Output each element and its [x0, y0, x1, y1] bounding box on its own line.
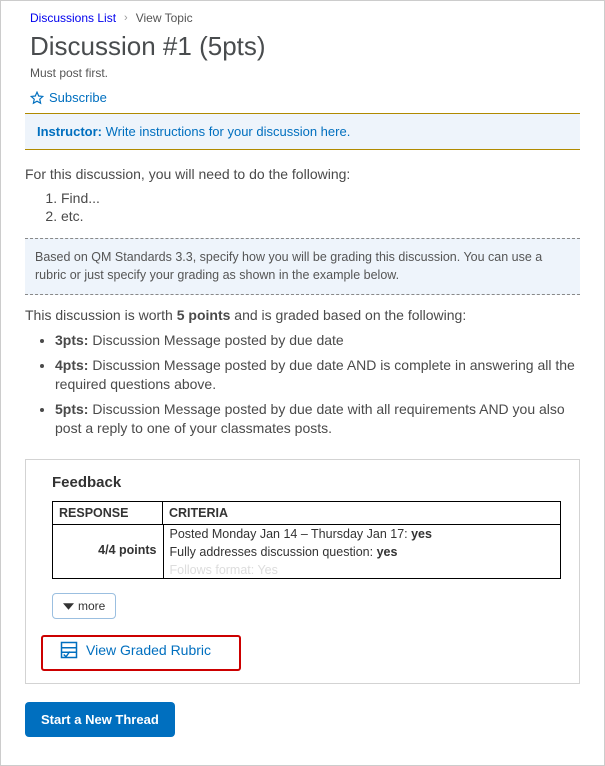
- level-text: Discussion Message posted by due date AN…: [55, 357, 575, 392]
- level-points: 4pts:: [55, 357, 88, 373]
- chevron-right-icon: ›: [124, 12, 128, 24]
- criteria-text: Posted Monday Jan 14 – Thursday Jan 17:: [170, 527, 412, 541]
- criteria-text: Fully addresses discussion question:: [170, 545, 377, 559]
- feedback-col-criteria: CRITERIA: [163, 502, 561, 525]
- rubric-icon: [60, 641, 78, 659]
- grading-level: 5pts: Discussion Message posted by due d…: [55, 400, 580, 438]
- grading-level: 4pts: Discussion Message posted by due d…: [55, 356, 580, 394]
- grading-prefix: This discussion is worth: [25, 307, 177, 323]
- step-item: etc.: [61, 208, 580, 224]
- view-graded-rubric-link[interactable]: View Graded Rubric: [52, 635, 219, 665]
- feedback-scroll-area: 4/4 points Posted Monday Jan 14 – Thursd…: [52, 525, 561, 579]
- chevron-down-icon: [63, 601, 74, 612]
- star-icon: [30, 91, 44, 105]
- feedback-score: 4/4 points: [98, 543, 156, 557]
- feedback-table-body: 4/4 points Posted Monday Jan 14 – Thursd…: [53, 525, 560, 579]
- criteria-value: yes: [377, 545, 398, 559]
- feedback-table-header: RESPONSE CRITERIA: [52, 501, 561, 525]
- level-points: 3pts:: [55, 332, 88, 348]
- instructor-text: Write instructions for your discussion h…: [106, 124, 351, 139]
- level-points: 5pts:: [55, 401, 88, 417]
- start-new-thread-button[interactable]: Start a New Thread: [25, 702, 175, 737]
- feedback-col-response: RESPONSE: [53, 502, 163, 525]
- page-title-text: Discussion #1 (5pts): [30, 31, 266, 62]
- instructor-label: Instructor:: [37, 124, 102, 139]
- feedback-heading: Feedback: [52, 474, 561, 491]
- criteria-row: Follows format: Yes: [163, 561, 560, 579]
- instructor-note: Instructor: Write instructions for your …: [25, 114, 580, 150]
- grading-suffix: and is graded based on the following:: [230, 307, 466, 323]
- discussion-intro: For this discussion, you will need to do…: [25, 166, 580, 182]
- level-text: Discussion Message posted by due date: [92, 332, 343, 348]
- must-post-first-label: Must post first.: [25, 66, 580, 80]
- grading-points: 5 points: [177, 307, 231, 323]
- page-title: Discussion #1 (5pts): [25, 31, 580, 62]
- grading-level: 3pts: Discussion Message posted by due d…: [55, 331, 580, 350]
- qm-note: Based on QM Standards 3.3, specify how y…: [25, 238, 580, 295]
- steps-list: Find... etc.: [61, 190, 580, 224]
- view-graded-rubric-label: View Graded Rubric: [86, 642, 211, 658]
- grading-intro: This discussion is worth 5 points and is…: [25, 307, 580, 323]
- feedback-panel: Feedback RESPONSE CRITERIA 4/4 points Po…: [25, 459, 580, 684]
- criteria-row: Fully addresses discussion question: yes: [163, 543, 560, 561]
- grading-levels: 3pts: Discussion Message posted by due d…: [55, 331, 580, 437]
- criteria-text: Follows format: Yes: [170, 563, 278, 577]
- breadcrumb-current: View Topic: [136, 11, 193, 25]
- level-text: Discussion Message posted by due date wi…: [55, 401, 565, 436]
- subscribe-button[interactable]: Subscribe: [25, 90, 107, 105]
- more-label: more: [78, 599, 105, 613]
- step-item: Find...: [61, 190, 580, 206]
- criteria-row: Posted Monday Jan 14 – Thursday Jan 17: …: [163, 525, 560, 543]
- breadcrumb-root-link[interactable]: Discussions List: [30, 11, 116, 25]
- subscribe-label: Subscribe: [49, 90, 107, 105]
- more-button[interactable]: more: [52, 593, 116, 619]
- criteria-value: yes: [411, 527, 432, 541]
- breadcrumb: Discussions List › View Topic: [25, 11, 580, 25]
